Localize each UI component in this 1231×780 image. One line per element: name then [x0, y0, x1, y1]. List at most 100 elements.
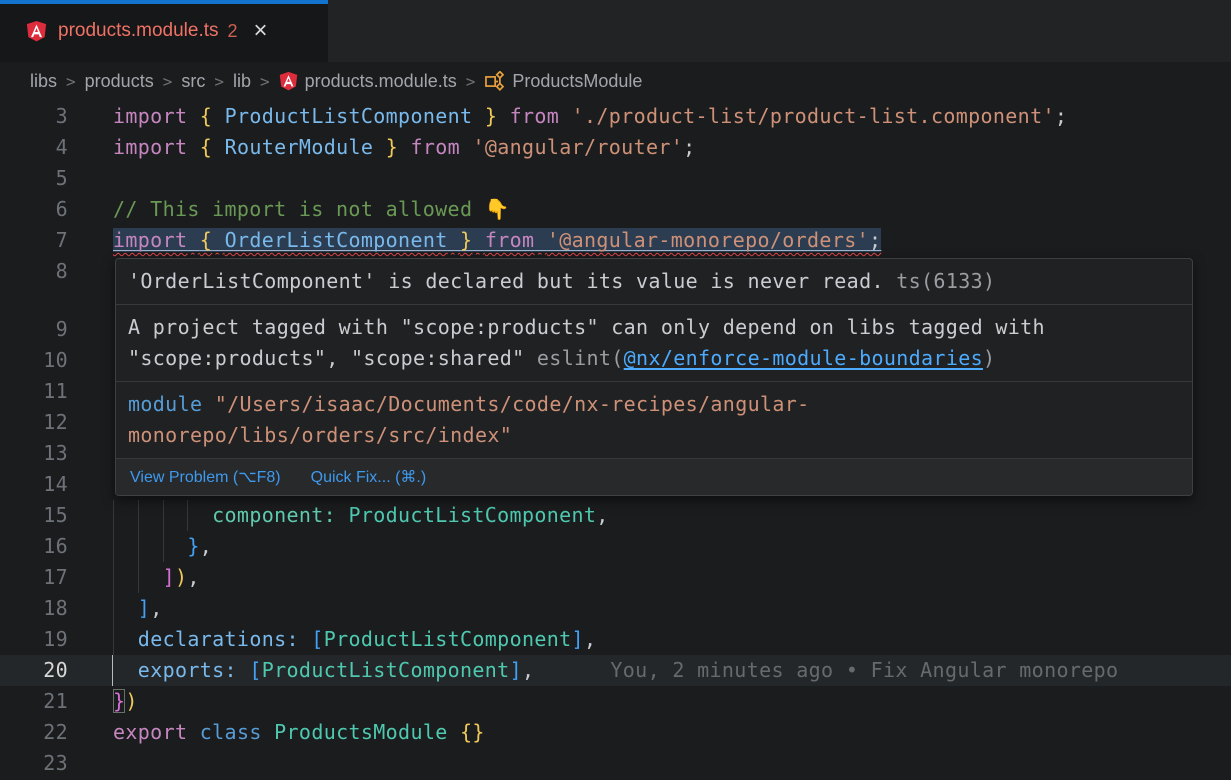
code-line-17[interactable]: 17 ]), — [0, 562, 1231, 593]
code-token: } — [460, 228, 472, 252]
code-token — [212, 135, 224, 159]
hover-text: eslint( — [537, 346, 624, 370]
code-token: } — [485, 104, 497, 128]
code-token: './product-list/product-list.component' — [572, 104, 1055, 128]
code-line-19[interactable]: 19 declarations: [ProductListComponent], — [0, 624, 1231, 655]
code-line-22[interactable]: 22export class ProductsModule {} — [0, 717, 1231, 748]
code-token: ] — [572, 627, 584, 651]
code-token: ProductsModule — [274, 720, 447, 744]
code-line-5[interactable]: 5 — [0, 163, 1231, 194]
code-line-15[interactable]: 15 component: ProductListComponent, — [0, 500, 1231, 531]
code-token — [497, 104, 509, 128]
code-content: // This import is not allowed 👇 — [113, 194, 510, 225]
line-number: 4 — [0, 132, 68, 163]
code-token: ProductListComponent — [225, 104, 473, 128]
code-token: export — [113, 720, 187, 744]
code-token: {} — [460, 720, 485, 744]
code-content: declarations: [ProductListComponent], — [113, 624, 596, 655]
code-token: import — [113, 135, 187, 159]
line-number: 16 — [0, 531, 68, 562]
code-token: { — [200, 228, 212, 252]
angular-icon — [26, 20, 47, 42]
code-line-7[interactable]: 7import { OrderListComponent } from '@an… — [0, 225, 1231, 256]
line-number: 5 — [0, 163, 68, 194]
code-line-4[interactable]: 4 import { RouterModule } from '@angular/… — [0, 132, 1231, 163]
code-content: export class ProductsModule {} — [113, 717, 485, 748]
code-token — [534, 228, 546, 252]
code-token: ; — [1055, 104, 1067, 128]
code-token: component: — [212, 503, 336, 527]
nx-enforce-module-boundaries-link[interactable]: @nx/enforce-module-boundaries — [624, 346, 983, 370]
code-token — [113, 596, 138, 620]
hover-section-eslint-diagnostic: A project tagged with "scope:products" c… — [116, 304, 1192, 381]
breadcrumb-item-productsmodule[interactable]: ProductsModule — [484, 71, 642, 92]
code-token — [559, 104, 571, 128]
code-token: } — [187, 534, 199, 558]
code-token — [187, 228, 199, 252]
code-token: RouterModule — [225, 135, 374, 159]
line-number: 17 — [0, 562, 68, 593]
hover-text: "scope:products", "scope:shared" — [128, 346, 537, 370]
code-line-20[interactable]: 20 exports: [ProductListComponent],You, … — [0, 655, 1231, 686]
breadcrumb-item-products-module-ts[interactable]: products.module.ts — [279, 71, 457, 92]
close-icon[interactable]: × — [254, 19, 268, 43]
code-line-3[interactable]: 3 import { ProductListComponent } from '.… — [0, 101, 1231, 132]
hover-text: monorepo/libs/orders/src/index" — [128, 423, 512, 447]
breadcrumb-item-libs[interactable]: libs — [30, 71, 57, 92]
code-token: ; — [683, 135, 695, 159]
hover-text-line: "scope:products", "scope:shared" eslint(… — [128, 343, 1180, 374]
breadcrumb: libs>products>src>lib>products.module.ts… — [0, 62, 1231, 100]
code-token: from — [411, 135, 461, 159]
line-number: 3 — [0, 101, 68, 132]
hover-text: module — [128, 392, 202, 416]
hover-text: ts(6133) — [884, 269, 996, 293]
code-token — [472, 104, 484, 128]
tab-products-module[interactable]: products.module.ts 2 × — [0, 0, 328, 62]
code-token: } — [386, 135, 398, 159]
code-token: } — [113, 689, 125, 713]
code-token: OrderListComponent — [225, 228, 448, 252]
line-number: 15 — [0, 500, 68, 531]
hover-section-ts-diagnostic: 'OrderListComponent' is declared but its… — [116, 259, 1192, 304]
chevron-right-icon: > — [466, 72, 476, 91]
code-content: exports: [ProductListComponent],You, 2 m… — [113, 655, 1118, 686]
hover-text: 'OrderListComponent' is declared but its… — [128, 269, 884, 293]
code-token: ProductListComponent — [348, 503, 596, 527]
code-line-21[interactable]: 21}) — [0, 686, 1231, 717]
code-token: [ — [249, 658, 261, 682]
breadcrumb-item-src[interactable]: src — [181, 71, 205, 92]
code-content: import { RouterModule } from '@angular/r… — [113, 132, 696, 163]
breadcrumb-item-products[interactable]: products — [85, 71, 154, 92]
code-token — [299, 627, 311, 651]
code-content: import { ProductListComponent } from './… — [113, 101, 1067, 132]
code-line-23[interactable]: 23 — [0, 748, 1231, 779]
code-line-18[interactable]: 18 ], — [0, 593, 1231, 624]
class-icon — [484, 71, 505, 92]
tab-title: products.module.ts — [58, 20, 219, 42]
code-token: from — [510, 104, 560, 128]
code-line-16[interactable]: 16 }, — [0, 531, 1231, 562]
code-token: from — [485, 228, 535, 252]
view-problem-action[interactable]: View Problem (⌥F8) — [130, 467, 281, 487]
code-token: ProductListComponent — [324, 627, 572, 651]
code-token: , — [150, 596, 162, 620]
breadcrumb-label: libs — [30, 71, 57, 92]
line-number: 19 — [0, 624, 68, 655]
line-number: 6 — [0, 194, 68, 225]
code-token: { — [200, 135, 212, 159]
code-token: , — [200, 534, 212, 558]
code-token: , — [187, 565, 199, 589]
code-line-6[interactable]: 6 // This import is not allowed 👇 — [0, 194, 1231, 225]
code-token — [113, 627, 138, 651]
code-token: ProductListComponent — [262, 658, 510, 682]
hover-popup: 'OrderListComponent' is declared but its… — [115, 258, 1193, 496]
code-token — [113, 503, 212, 527]
quick-fix-action[interactable]: Quick Fix... (⌘.) — [311, 467, 427, 487]
code-token: , — [522, 658, 534, 682]
breadcrumb-item-lib[interactable]: lib — [233, 71, 251, 92]
code-content: ], — [113, 593, 163, 624]
hover-text-line: A project tagged with "scope:products" c… — [128, 312, 1180, 343]
code-token: , — [596, 503, 608, 527]
code-content: import { OrderListComponent } from '@ang… — [113, 225, 881, 256]
code-token — [113, 565, 163, 589]
